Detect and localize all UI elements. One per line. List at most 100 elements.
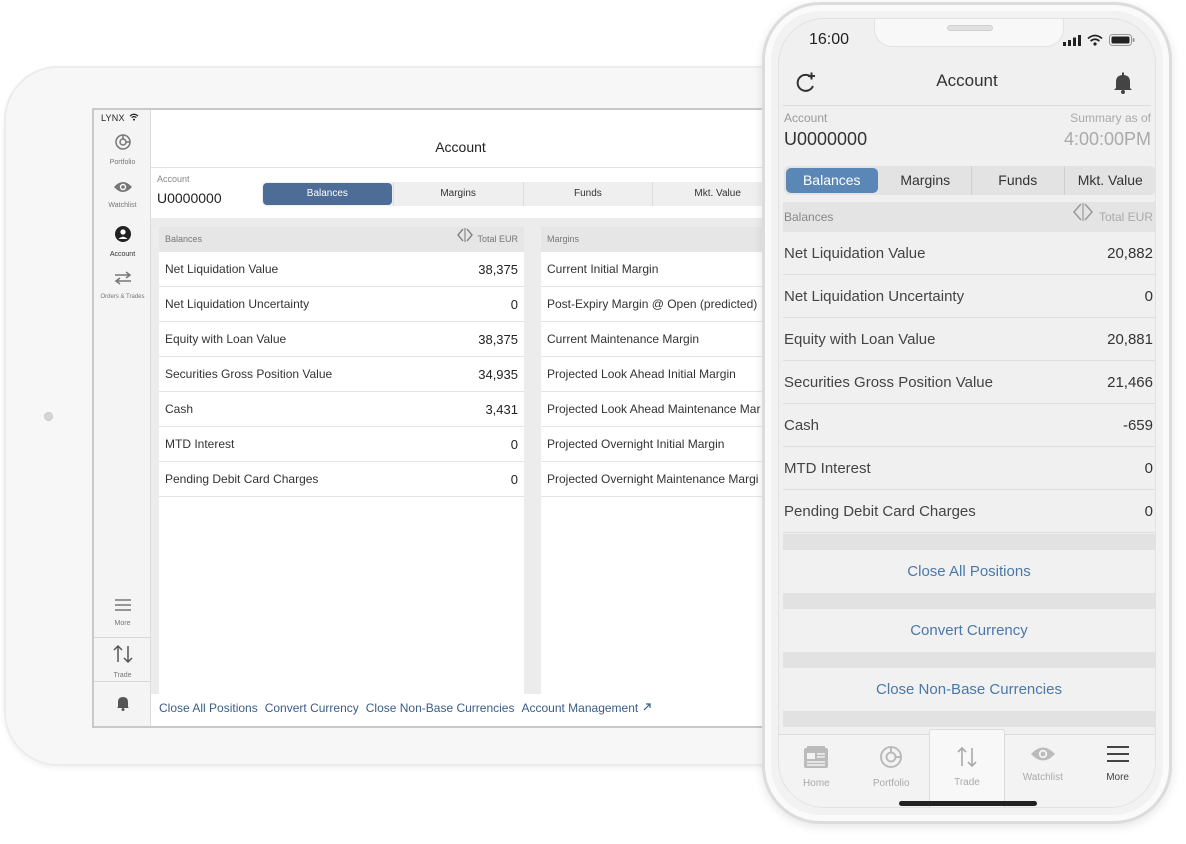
tab-margins[interactable]: Margins [880, 166, 972, 195]
row-value: 21,466 [1107, 374, 1153, 391]
tab-label-portfolio: Portfolio [872, 778, 910, 789]
table-row[interactable]: Net Liquidation Uncertainty 0 [159, 287, 524, 322]
table-row[interactable]: Projected Overnight Initial Margin [541, 427, 770, 462]
row-value: 0 [1144, 460, 1153, 477]
row-label: Projected Overnight Maintenance Margi [547, 472, 759, 486]
tab-balances[interactable]: Balances [263, 183, 392, 205]
brand-name: LYNX [101, 113, 125, 123]
table-row[interactable]: Current Initial Margin [541, 252, 770, 287]
wifi-icon [127, 113, 140, 123]
table-row[interactable]: Equity with Loan Value 38,375 [159, 322, 524, 357]
row-label: Net Liquidation Value [784, 245, 926, 262]
list-item[interactable]: Cash -659 [783, 404, 1155, 447]
close-all-positions-button[interactable]: Close All Positions [783, 550, 1155, 593]
row-value: -659 [1122, 417, 1153, 434]
sidebar-item-portfolio[interactable]: Portfolio [94, 133, 151, 166]
currency-toggle[interactable]: Total EUR [1072, 202, 1153, 232]
list-item[interactable]: MTD Interest 0 [783, 447, 1155, 490]
sidebar-item-trade[interactable]: Trade [94, 644, 151, 679]
menu-icon [1106, 746, 1130, 767]
trade-arrows-icon [94, 644, 151, 669]
total-label: Total EUR [477, 234, 518, 244]
row-label: Cash [165, 402, 194, 416]
table-row[interactable]: Cash 3,431 [159, 392, 524, 427]
list-item[interactable]: Securities Gross Position Value 21,466 [783, 361, 1155, 404]
tab-home[interactable]: Home [779, 735, 854, 807]
sidebar-item-notifications[interactable] [94, 695, 151, 716]
balances-panel: Balances Total EUR Net Liquidation Value… [159, 227, 524, 694]
row-label: Projected Look Ahead Maintenance Mar [547, 402, 761, 416]
tab-balances[interactable]: Balances [786, 168, 878, 193]
list-item[interactable]: Net Liquidation Uncertainty 0 [783, 275, 1155, 318]
row-value: 38,375 [478, 262, 518, 277]
account-bar: Account U0000000 Balances Margins Funds … [151, 169, 770, 217]
table-row[interactable]: MTD Interest 0 [159, 427, 524, 462]
tab-margins[interactable]: Margins [392, 182, 523, 206]
currency-toggle[interactable]: Total EUR [457, 227, 518, 252]
list-item[interactable]: Equity with Loan Value 20,881 [783, 318, 1155, 361]
row-label: Pending Debit Card Charges [784, 503, 976, 520]
row-label: Projected Overnight Initial Margin [547, 437, 725, 451]
row-value: 34,935 [478, 367, 518, 382]
home-icon [803, 746, 829, 773]
row-label: Net Liquidation Uncertainty [165, 297, 310, 311]
tab-watchlist[interactable]: Watchlist [1005, 735, 1080, 807]
close-all-positions-link[interactable]: Close All Positions [159, 694, 258, 726]
menu-icon [94, 598, 151, 617]
sidebar-item-account[interactable]: Account [94, 225, 151, 258]
sidebar-item-more[interactable]: More [94, 598, 151, 627]
phone-screen: 16:00 Account Account U0000000 Summary a… [778, 18, 1156, 808]
balances-header: Balances Total EUR [159, 227, 524, 252]
close-non-base-currencies-button[interactable]: Close Non-Base Currencies [783, 668, 1155, 711]
tab-label-home: Home [803, 778, 830, 789]
convert-currency-button[interactable]: Convert Currency [783, 609, 1155, 652]
close-non-base-currencies-link[interactable]: Close Non-Base Currencies [366, 694, 515, 726]
portfolio-icon [879, 746, 903, 773]
table-row[interactable]: Projected Overnight Maintenance Margi [541, 462, 770, 497]
tab-trade[interactable]: Trade [928, 729, 1006, 807]
tab-more[interactable]: More [1080, 735, 1155, 807]
account-id[interactable]: U0000000 [157, 190, 222, 206]
table-row[interactable]: Securities Gross Position Value 34,935 [159, 357, 524, 392]
row-value: 0 [1144, 503, 1153, 520]
sidebar-label-account: Account [109, 251, 136, 258]
table-row[interactable]: Pending Debit Card Charges 0 [159, 462, 524, 497]
table-row[interactable]: Projected Look Ahead Initial Margin [541, 357, 770, 392]
table-row[interactable]: Net Liquidation Value 38,375 [159, 252, 524, 287]
sidebar-label-watchlist: Watchlist [108, 202, 137, 209]
convert-currency-link[interactable]: Convert Currency [265, 694, 359, 726]
tab-funds[interactable]: Funds [971, 166, 1064, 195]
balances-header: Balances Total EUR [783, 202, 1155, 232]
tablet-camera [44, 412, 53, 421]
account-id[interactable]: U0000000 [784, 129, 867, 150]
sidebar-label-more: More [114, 620, 131, 627]
table-row[interactable]: Post-Expiry Margin @ Open (predicted) [541, 287, 770, 322]
tab-mkt-value[interactable]: Mkt. Value [652, 182, 770, 206]
sidebar-item-orders[interactable]: Orders & Trades [94, 270, 151, 300]
table-row[interactable]: Projected Look Ahead Maintenance Mar [541, 392, 770, 427]
table-row[interactable]: Current Maintenance Margin [541, 322, 770, 357]
margins-header-label: Margins [547, 234, 580, 244]
bottom-tab-bar: Home Portfolio Trade Watchlist More [779, 729, 1155, 807]
account-management-link[interactable]: Account Management [521, 694, 651, 726]
status-icons [1063, 33, 1135, 51]
total-label: Total EUR [1098, 210, 1153, 224]
list-item[interactable]: Pending Debit Card Charges 0 [783, 490, 1155, 533]
account-icon [94, 225, 151, 248]
tab-mkt-value[interactable]: Mkt. Value [1063, 166, 1156, 195]
row-label: Equity with Loan Value [165, 332, 287, 346]
content-area: Balances Total EUR Net Liquidation Value… [151, 218, 770, 694]
row-label: MTD Interest [784, 460, 871, 477]
list-item[interactable]: Net Liquidation Value 20,882 [783, 232, 1155, 275]
notifications-button[interactable] [1113, 72, 1133, 99]
eye-icon [1030, 747, 1056, 767]
trade-arrows-icon [955, 746, 979, 772]
row-label: MTD Interest [165, 437, 235, 451]
sidebar-divider [94, 637, 151, 638]
tab-funds[interactable]: Funds [522, 182, 653, 206]
sidebar-item-watchlist[interactable]: Watchlist [94, 180, 151, 209]
header-divider [783, 105, 1151, 106]
tab-portfolio[interactable]: Portfolio [854, 735, 929, 807]
margins-header: Margins [541, 227, 770, 252]
arrows-swap-icon [94, 270, 151, 291]
